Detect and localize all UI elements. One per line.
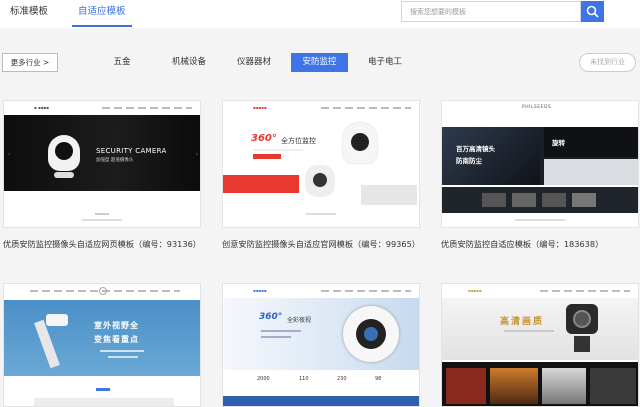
- template-title[interactable]: 优质安防监控自适应模板（编号：183638）: [441, 238, 640, 250]
- thumb-logo: PHILSEEDS: [522, 105, 552, 110]
- category-hardware[interactable]: 五金: [104, 53, 140, 72]
- stats-row: 2000 110 230 98: [223, 374, 419, 388]
- template-title[interactable]: 优质安防监控摄像头自适应网页模板（编号：93136）: [3, 238, 233, 250]
- banner-heading: 360°: [259, 312, 283, 322]
- thumb-nav: ▪ ▪▪▪▪: [4, 101, 200, 115]
- thumb-logo: [99, 287, 107, 295]
- search-input[interactable]: [402, 2, 580, 21]
- category-electronics[interactable]: 电子电工: [360, 53, 410, 72]
- thumb-banner: 360° 全彩夜视: [223, 298, 419, 370]
- more-industries-button[interactable]: 更多行业 >: [2, 53, 58, 72]
- template-thumbnail[interactable]: ▪ ▪▪▪▪ SECURITY CAMERA 加强型 超值摄像头 ‹ ›: [3, 100, 201, 228]
- search-box: [401, 1, 581, 22]
- category-security-monitoring[interactable]: 安防监控: [291, 53, 348, 72]
- thumb-nav: ▪▪▪▪▪: [442, 284, 638, 298]
- template-thumbnail[interactable]: ▪▪▪▪▪ 360° 全彩夜视 2000 110 230 98: [222, 283, 420, 407]
- template-title[interactable]: 创意安防监控摄像头自适应官网模板（编号：99365）: [222, 238, 452, 250]
- template-thumbnail[interactable]: PHILSEEDS 百万高清镜头 防南防尘 旋转: [441, 100, 639, 228]
- banner-text-3: 旋转: [552, 139, 565, 147]
- banner-text-2: 防南防尘: [456, 157, 482, 165]
- prev-arrow-icon: ‹: [8, 151, 11, 158]
- next-arrow-icon: ›: [195, 151, 198, 158]
- category-machinery[interactable]: 机械设备: [164, 53, 214, 72]
- search-icon: [586, 5, 599, 18]
- active-tab-indicator: [72, 25, 132, 27]
- thumb-banner: SECURITY CAMERA 加强型 超值摄像头 ‹ ›: [4, 115, 200, 191]
- banner-text-1: 室外视野全: [94, 321, 139, 330]
- thumb-nav: PHILSEEDS: [442, 101, 638, 115]
- stat-value: 98: [375, 376, 382, 382]
- thumb-nav: ▪▪▪▪▪: [223, 284, 419, 298]
- banner-heading: 360°: [251, 133, 277, 144]
- banner-text-1: 百万高清镜头: [456, 145, 495, 153]
- thumb-nav: [4, 284, 200, 298]
- camera-image: [48, 135, 80, 171]
- top-bar: 标准模板 自适应模板: [0, 0, 640, 28]
- stat-value: 230: [337, 376, 347, 382]
- thumb-banner: 百万高清镜头 防南防尘 旋转: [442, 127, 638, 185]
- category-instruments[interactable]: 仪器器材: [228, 53, 280, 72]
- thumb-nav: ▪▪▪▪▪: [223, 101, 419, 115]
- template-thumbnail[interactable]: ▪▪▪▪▪ 高清画质: [441, 283, 639, 407]
- template-thumbnail[interactable]: ▪▪▪▪▪ 360° 全方位监控: [222, 100, 420, 228]
- banner-text: 全方位监控: [281, 137, 316, 145]
- thumb-banner: 高清画质: [442, 298, 638, 360]
- search-button[interactable]: [581, 1, 604, 22]
- tab-standard-templates[interactable]: 标准模板: [10, 6, 48, 18]
- banner-subtext: 加强型 超值摄像头: [96, 158, 134, 163]
- stat-value: 110: [299, 376, 309, 382]
- banner-text-2: 变焦看重点: [94, 335, 139, 344]
- tab-responsive-templates[interactable]: 自适应模板: [78, 6, 126, 18]
- banner-heading: SECURITY CAMERA: [96, 147, 167, 155]
- camera-image: [566, 304, 598, 334]
- industry-filter-row: 更多行业 > 五金 机械设备 仪器器材 安防监控 电子电工 未找到行业: [0, 28, 640, 90]
- industry-not-found-button[interactable]: 未找到行业: [579, 53, 636, 72]
- thumb-logo: ▪▪▪▪▪: [468, 288, 482, 293]
- banner-text: 高清画质: [500, 317, 545, 327]
- thumb-logo: ▪ ▪▪▪▪: [34, 105, 49, 110]
- thumb-logo: ▪▪▪▪▪: [253, 288, 267, 293]
- thumb-logo: ▪▪▪▪▪: [253, 105, 267, 110]
- banner-text: 全彩夜视: [287, 317, 312, 324]
- thumb-banner: 室外视野全 变焦看重点: [4, 300, 200, 376]
- template-thumbnail[interactable]: 室外视野全 变焦看重点: [3, 283, 201, 407]
- stat-value: 2000: [257, 376, 270, 382]
- camera-image: [343, 123, 377, 163]
- camera-image: [343, 306, 399, 362]
